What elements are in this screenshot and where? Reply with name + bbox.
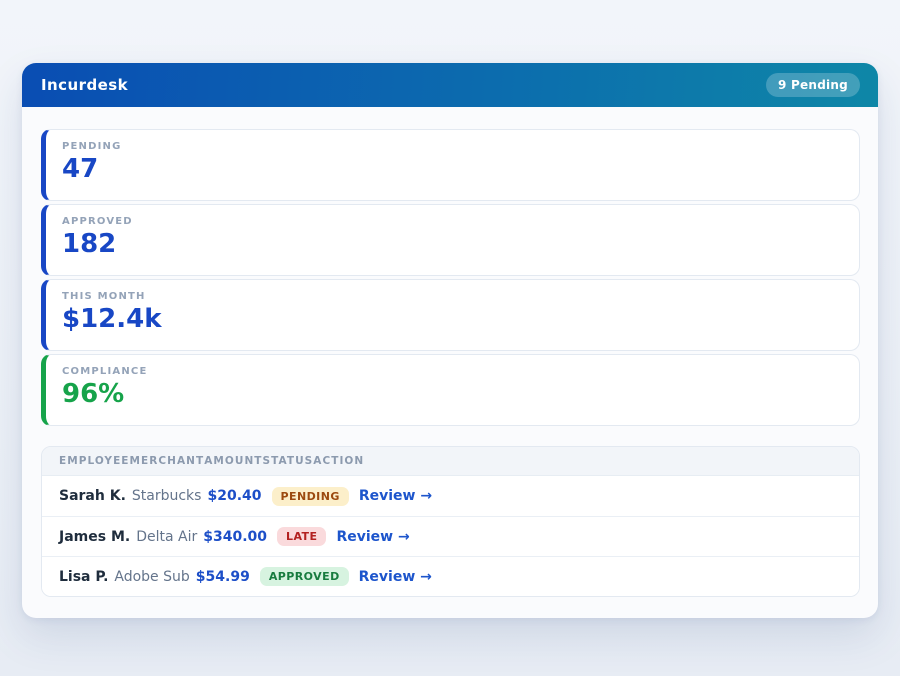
- status-badge: APPROVED: [260, 567, 349, 586]
- app-title: Incurdesk: [41, 76, 128, 94]
- employee-name: James M.: [59, 529, 130, 545]
- stat-label: PENDING: [62, 141, 843, 152]
- stat-label: THIS MONTH: [62, 291, 843, 302]
- table-header-row: EMPLOYEEMERCHANTAMOUNTSTATUSACTION: [42, 447, 859, 476]
- column-header-merchant: MERCHANT: [130, 455, 205, 467]
- table-row: James M. Delta Air $340.00 LATE Review →: [42, 516, 859, 556]
- stat-card-compliance: COMPLIANCE 96%: [41, 354, 860, 426]
- stat-card-approved: APPROVED 182: [41, 204, 860, 276]
- stat-value: 96%: [62, 380, 843, 409]
- stat-card-pending: PENDING 47: [41, 129, 860, 201]
- status-badge: PENDING: [272, 487, 349, 506]
- stat-label: COMPLIANCE: [62, 366, 843, 377]
- review-link[interactable]: Review →: [359, 488, 432, 504]
- review-link[interactable]: Review →: [336, 529, 409, 545]
- amount-value: $340.00: [203, 529, 267, 545]
- stat-card-this-month: THIS MONTH $12.4k: [41, 279, 860, 351]
- merchant-name: Adobe Sub: [114, 569, 189, 585]
- table-row: Lisa P. Adobe Sub $54.99 APPROVED Review…: [42, 556, 859, 596]
- expense-table: EMPLOYEEMERCHANTAMOUNTSTATUSACTION Sarah…: [41, 446, 860, 597]
- merchant-name: Delta Air: [136, 529, 197, 545]
- review-link[interactable]: Review →: [359, 569, 432, 585]
- incurdesk-card: Incurdesk 9 Pending PENDING 47 APPROVED …: [22, 63, 878, 618]
- amount-value: $20.40: [207, 488, 261, 504]
- employee-name: Sarah K.: [59, 488, 126, 504]
- column-header-action: ACTION: [313, 455, 364, 467]
- card-body: PENDING 47 APPROVED 182 THIS MONTH $12.4…: [22, 107, 878, 618]
- pending-count-badge: 9 Pending: [766, 73, 860, 97]
- stat-value: $12.4k: [62, 305, 843, 334]
- stat-label: APPROVED: [62, 216, 843, 227]
- stat-value: 47: [62, 155, 843, 184]
- column-header-amount: AMOUNT: [204, 455, 262, 467]
- table-row: Sarah K. Starbucks $20.40 PENDING Review…: [42, 476, 859, 516]
- page-background: { "app": { "title": "Incurdesk", "header…: [0, 0, 900, 676]
- amount-value: $54.99: [196, 569, 250, 585]
- merchant-name: Starbucks: [132, 488, 202, 504]
- card-header: Incurdesk 9 Pending: [22, 63, 878, 107]
- column-header-status: STATUS: [263, 455, 314, 467]
- status-badge: LATE: [277, 527, 326, 546]
- stat-value: 182: [62, 230, 843, 259]
- column-header-employee: EMPLOYEE: [59, 455, 130, 467]
- employee-name: Lisa P.: [59, 569, 108, 585]
